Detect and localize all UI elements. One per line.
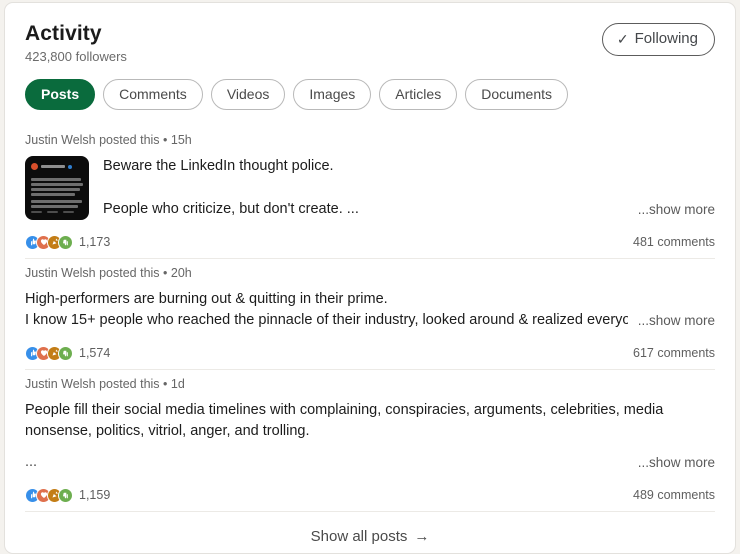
thumbnail-text-line [31,188,80,191]
thumbnail-avatar-icon [31,163,38,170]
reactions-group[interactable]: 1,173 [25,234,110,250]
card-header: Activity 423,800 followers ✓ Following [5,3,735,66]
post-text: High-performers are burning out & quitti… [25,289,715,331]
thumbnail-author-row [31,163,72,170]
following-button-label: Following [634,30,698,47]
thumbnail-author-line [41,165,65,168]
filter-tab-comments[interactable]: Comments [103,79,203,110]
arrow-right-icon: → [414,528,430,545]
filter-tab-documents[interactable]: Documents [465,79,569,110]
comments-count[interactable]: 481 comments [633,234,715,250]
post-body: Beware the LinkedIn thought police. Peop… [25,156,715,220]
post-line-primary: High-performers are burning out & quitti… [25,291,388,307]
post-snippet-row: People who criticize, but don't create. … [103,199,715,220]
post-line-primary: People fill their social media timelines… [25,402,664,439]
post-snippet-row: ... ...show more [25,442,715,473]
post-body: People fill their social media timelines… [25,400,715,473]
show-more-link[interactable]: ...show more [638,311,715,331]
post-snippet-row: I know 15+ people who reached the pinnac… [25,310,715,331]
post-thumbnail-image[interactable] [25,156,89,220]
reaction-icons [25,487,73,503]
show-more-link[interactable]: ...show more [638,453,715,473]
post-item[interactable]: Justin Welsh posted this • 1d People fil… [25,370,715,512]
comments-count[interactable]: 489 comments [633,487,715,503]
filter-tab-articles[interactable]: Articles [379,79,458,110]
filter-tab-images[interactable]: Images [293,79,372,110]
show-more-link[interactable]: ...show more [638,200,715,220]
thumbnail-text-line [31,193,75,196]
support-icon [58,345,73,361]
reaction-icons [25,345,73,361]
filter-tab-posts[interactable]: Posts [25,79,96,110]
post-social-row: 1,159 489 comments [25,487,715,503]
thumbnail-footer-line [47,210,58,213]
post-line-secondary: ... [25,454,38,470]
reaction-count: 1,159 [79,488,111,502]
reactions-group[interactable]: 1,574 [25,345,110,361]
check-icon: ✓ [616,31,629,47]
thumbnail-text-line [31,205,78,208]
post-social-row: 1,574 617 comments [25,345,715,361]
post-text: Beware the LinkedIn thought police. Peop… [103,156,715,220]
content-filter-tabs: Posts Comments Videos Images Articles Do… [5,66,735,110]
thumbnail-text-line [31,200,82,203]
post-item[interactable]: Justin Welsh posted this • 20h High-perf… [25,259,715,370]
post-text: People fill their social media timelines… [25,400,715,473]
comments-count[interactable]: 617 comments [633,345,715,361]
post-line-secondary: People who criticize, but don't create. … [103,201,359,217]
thumbnail-verified-icon [68,164,72,169]
post-meta: Justin Welsh posted this • 15h [25,133,192,147]
thumbnail-footer-line [31,210,42,213]
thumbnail-text-line [31,178,81,181]
thumbnail-footer-line [63,210,74,213]
following-button[interactable]: ✓ Following [601,23,715,56]
reaction-count: 1,173 [79,235,111,249]
reactions-group[interactable]: 1,159 [25,487,110,503]
posts-list: Justin Welsh posted this • 15h Beware th… [5,126,735,512]
post-meta: Justin Welsh posted this • 20h [25,266,192,280]
show-all-posts-label: Show all posts [310,528,408,545]
support-icon [58,487,73,503]
post-item[interactable]: Justin Welsh posted this • 15h Beware th… [25,126,715,259]
reaction-count: 1,574 [79,346,111,360]
activity-card: Activity 423,800 followers ✓ Following P… [4,2,736,554]
show-all-posts-button[interactable]: Show all posts → [311,528,430,545]
post-line-primary: Beware the LinkedIn thought police. [103,158,334,174]
reaction-icons [25,234,73,250]
post-line-secondary: I know 15+ people who reached the pinnac… [25,312,628,328]
thumbnail-footer-icons [31,210,74,213]
post-meta: Justin Welsh posted this • 1d [25,377,185,391]
post-body: High-performers are burning out & quitti… [25,289,715,331]
filter-tab-videos[interactable]: Videos [210,79,286,110]
support-icon [58,234,73,250]
post-social-row: 1,173 481 comments [25,234,715,250]
thumbnail-text-line [31,183,83,186]
